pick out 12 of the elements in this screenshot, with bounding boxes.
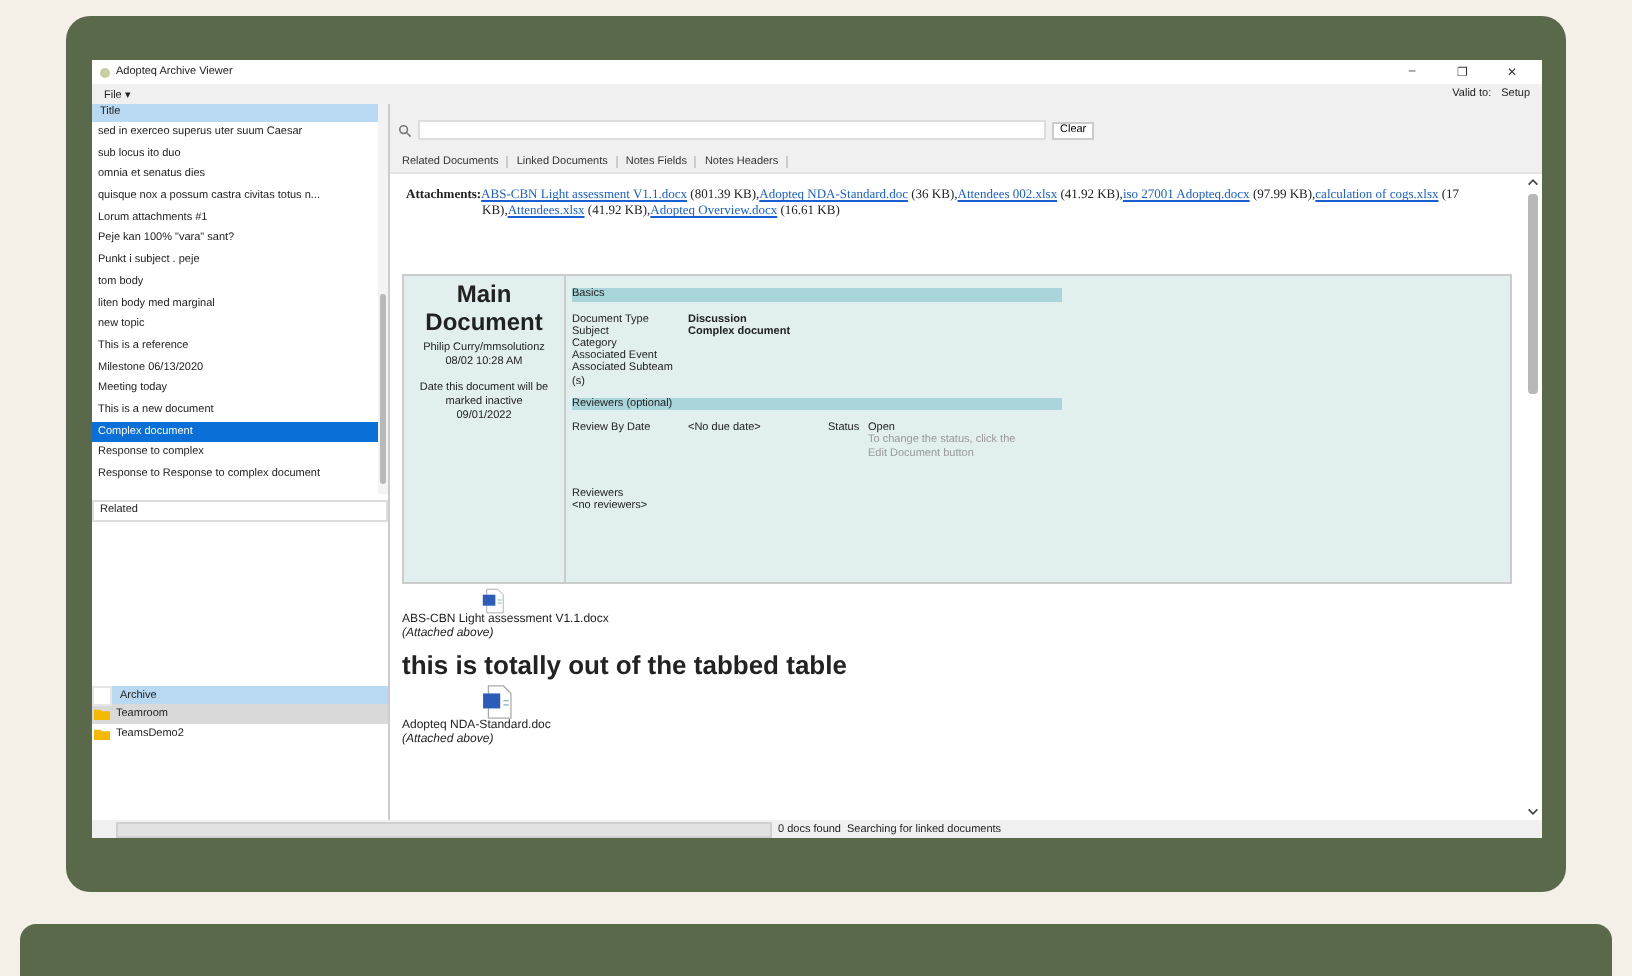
heading: this is totally out of the tabbed table [402,650,849,680]
scrollbar[interactable] [1524,174,1542,820]
word-document-icon [482,588,504,614]
main-document-title: Main Document [423,280,545,336]
checkbox[interactable] [92,685,112,705]
app-icon [100,67,110,77]
search-icon [398,123,412,137]
scrollbar[interactable] [378,104,388,494]
scroll-down-icon[interactable] [1526,806,1540,818]
search-field[interactable] [418,120,1046,140]
scroll-up-icon[interactable] [1526,176,1540,188]
word-document-icon [482,684,512,720]
